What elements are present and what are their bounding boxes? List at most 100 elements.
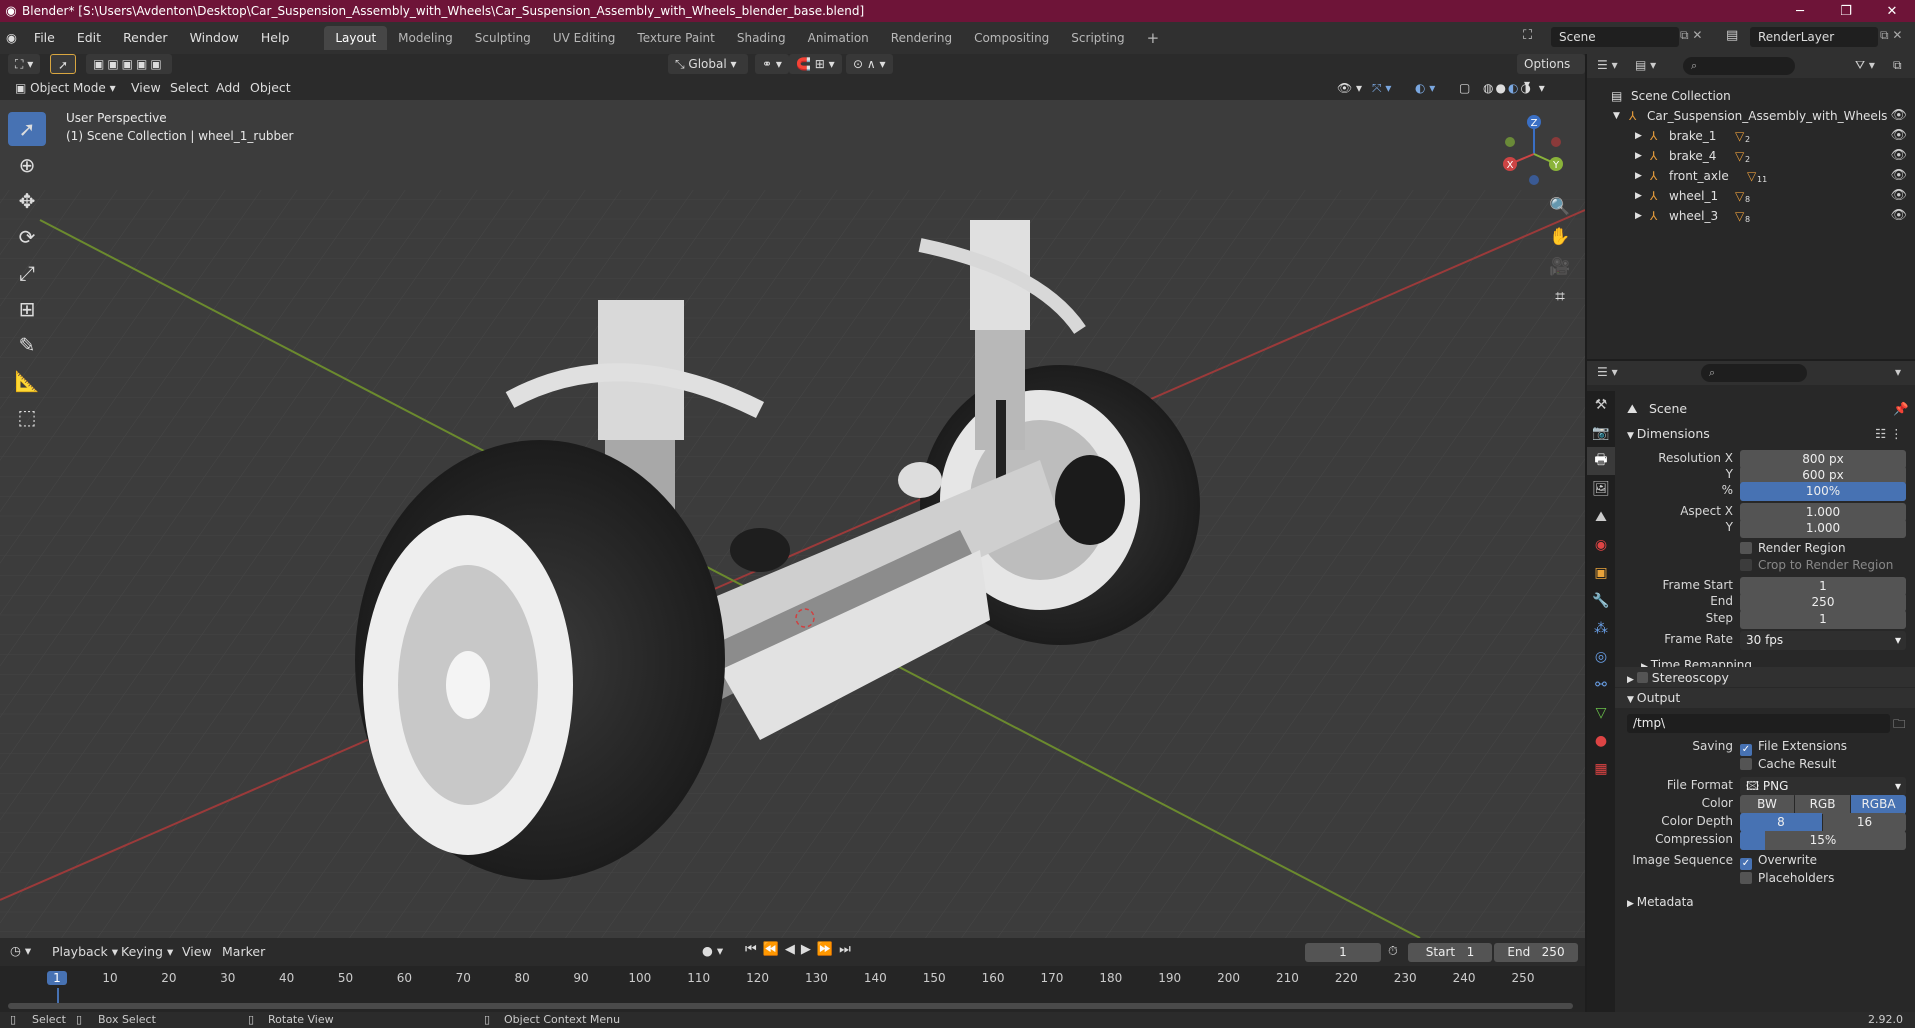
- physics-tab-icon[interactable]: ◎: [1587, 643, 1615, 671]
- snap-icon[interactable]: 🧲 ⊞ ▾: [789, 54, 842, 74]
- expand-arrow-icon[interactable]: ▶: [1635, 186, 1642, 206]
- expand-arrow-icon[interactable]: ▶: [1635, 146, 1642, 166]
- navigation-gizmo[interactable]: Z X Y: [1494, 114, 1574, 194]
- options-dropdown[interactable]: Options ▾: [1517, 54, 1585, 91]
- color-bw-button[interactable]: BW: [1740, 795, 1794, 814]
- proportional-edit-icon[interactable]: ⊙ ∧ ▾: [846, 54, 893, 74]
- annotate-icon[interactable]: ✎: [8, 328, 46, 362]
- file-extensions-checkbox[interactable]: ✓ File Extensions: [1740, 739, 1847, 756]
- expand-arrow-icon[interactable]: ▶: [1635, 166, 1642, 186]
- menu-window[interactable]: Window: [179, 25, 250, 51]
- resolution-percent-field[interactable]: 100%: [1740, 482, 1906, 501]
- keying-menu[interactable]: Keying ▾: [121, 944, 173, 959]
- stopwatch-icon[interactable]: ⏱: [1388, 943, 1398, 959]
- menu-select[interactable]: Select: [170, 80, 209, 95]
- playback-menu[interactable]: Playback ▾: [52, 944, 118, 959]
- visibility-icon[interactable]: 👁 ▾: [1330, 78, 1369, 98]
- output-panel-header[interactable]: ▼ Output: [1627, 690, 1680, 705]
- new-scene-icon[interactable]: ⧉ ✕: [1680, 28, 1702, 43]
- outliner-item[interactable]: ▶ ⅄ brake_4 ▽ 2 👁: [1587, 146, 1915, 166]
- tab-sculpting[interactable]: Sculpting: [464, 26, 542, 50]
- blender-menu-icon[interactable]: ◉: [0, 25, 23, 51]
- visibility-eye-icon[interactable]: 👁: [1890, 206, 1907, 226]
- tab-compositing[interactable]: Compositing: [963, 26, 1060, 50]
- metadata-panel-header[interactable]: ▶ Metadata: [1627, 895, 1694, 909]
- crop-region-checkbox[interactable]: Crop to Render Region: [1740, 558, 1893, 572]
- outliner-item[interactable]: ▶ ⅄ wheel_1 ▽ 8 👁: [1587, 186, 1915, 206]
- visibility-eye-icon[interactable]: 👁: [1890, 126, 1907, 146]
- tab-layout[interactable]: Layout: [324, 26, 388, 50]
- color-depth-8-button[interactable]: 8: [1740, 813, 1822, 832]
- menu-edit[interactable]: Edit: [66, 25, 112, 51]
- visibility-eye-icon[interactable]: 👁: [1890, 166, 1907, 186]
- record-icon[interactable]: ● ▾: [702, 943, 723, 958]
- visibility-eye-icon[interactable]: 👁: [1890, 186, 1907, 206]
- grid-view-icon[interactable]: ⌗: [1545, 282, 1575, 312]
- new-render-layer-icon[interactable]: ⧉ ✕: [1880, 28, 1902, 43]
- close-icon[interactable]: ✕: [1869, 4, 1915, 19]
- frame-rate-dropdown[interactable]: 30 fps ▾: [1740, 631, 1906, 650]
- pin-icon[interactable]: 📌: [1893, 401, 1909, 417]
- compression-slider[interactable]: 15%: [1740, 831, 1906, 850]
- end-frame-field[interactable]: End 250: [1494, 943, 1578, 962]
- expand-arrow-icon[interactable]: ▶: [1635, 206, 1642, 226]
- measure-icon[interactable]: 📐: [8, 364, 46, 398]
- start-frame-field[interactable]: Start 1: [1408, 943, 1492, 962]
- cursor-icon[interactable]: ⊕: [8, 148, 46, 182]
- world-tab-icon[interactable]: ◉: [1587, 531, 1615, 559]
- tab-shading[interactable]: Shading: [726, 26, 797, 50]
- color-depth-16-button[interactable]: 16: [1823, 813, 1906, 832]
- collection-row[interactable]: ▼ ⅄ Car_Suspension_Assembly_with_Wheels …: [1587, 106, 1915, 126]
- scene-collection-row[interactable]: ▤ Scene Collection: [1587, 86, 1915, 106]
- playback-controls[interactable]: ⏮⏪◀▶⏩⏭: [745, 942, 857, 957]
- transform-icon[interactable]: ⊞: [8, 292, 46, 326]
- tab-scripting[interactable]: Scripting: [1060, 26, 1135, 50]
- aspect-y-field[interactable]: 1.000: [1740, 519, 1906, 538]
- properties-search-input[interactable]: ⌕: [1701, 364, 1807, 382]
- select-tool-icon[interactable]: ➚: [50, 54, 77, 74]
- outliner-editor-icon[interactable]: ☰ ▾: [1597, 58, 1618, 72]
- timeline[interactable]: 1 10 20 30 40 50 60 70 80 90 100 110 120 130 140 150 160…: [0, 966, 1585, 1012]
- add-workspace-button[interactable]: +: [1136, 26, 1171, 50]
- gizmo-toggle-icon[interactable]: ⤧ ▾: [1365, 78, 1398, 98]
- viewport-scene[interactable]: [0, 100, 1585, 938]
- properties-editor-icon[interactable]: ☰ ▾: [1597, 365, 1618, 379]
- folder-icon[interactable]: 🗀: [1893, 715, 1906, 736]
- scale-icon[interactable]: ⤢: [8, 256, 46, 290]
- outliner-search-input[interactable]: ⌕: [1683, 57, 1795, 75]
- stereoscopy-checkbox[interactable]: [1636, 672, 1648, 683]
- object-mode-dropdown[interactable]: ▣ Object Mode ▾: [8, 78, 123, 98]
- outliner-item[interactable]: ▶ ⅄ front_axle ▽ 11 👁: [1587, 166, 1915, 186]
- filter-icon[interactable]: ⛛ ▾: [1855, 58, 1875, 73]
- shading-mode-icons[interactable]: ◍●◐◑ ▾: [1476, 78, 1554, 98]
- dimensions-panel-header[interactable]: ▼ Dimensions: [1627, 426, 1710, 441]
- current-frame-field[interactable]: 1: [1305, 943, 1381, 962]
- rotate-icon[interactable]: ⟳: [8, 220, 46, 254]
- new-collection-icon[interactable]: ⧉: [1893, 58, 1902, 73]
- tab-rendering[interactable]: Rendering: [880, 26, 963, 50]
- zoom-icon[interactable]: 🔍: [1545, 192, 1575, 222]
- chevron-down-icon[interactable]: ▾: [1895, 365, 1901, 379]
- visibility-eye-icon[interactable]: 👁: [1890, 146, 1907, 166]
- scene-icon[interactable]: ⛶: [1523, 28, 1532, 43]
- playhead[interactable]: 1: [47, 971, 67, 985]
- maximize-icon[interactable]: ❐: [1823, 4, 1869, 19]
- menu-file[interactable]: File: [23, 25, 66, 51]
- expand-arrow-icon[interactable]: ▶: [1635, 126, 1642, 146]
- presets-icon[interactable]: ☷ ⋮: [1875, 426, 1903, 441]
- overwrite-checkbox[interactable]: ✓ Overwrite: [1740, 853, 1817, 870]
- visibility-eye-icon[interactable]: 👁: [1890, 106, 1907, 126]
- frame-step-field[interactable]: 1: [1740, 610, 1906, 629]
- menu-object[interactable]: Object: [250, 80, 291, 95]
- file-format-dropdown[interactable]: 🖾 PNG ▾: [1740, 777, 1906, 796]
- move-icon[interactable]: ✥: [8, 184, 46, 218]
- color-rgba-button[interactable]: RGBA: [1851, 795, 1906, 814]
- wheel-1[interactable]: [355, 440, 725, 880]
- render-region-checkbox[interactable]: Render Region: [1740, 541, 1846, 555]
- stereoscopy-panel-header[interactable]: ▶ Stereoscopy: [1627, 670, 1729, 685]
- menu-view[interactable]: View: [131, 80, 161, 95]
- selection-mode-icons[interactable]: ▣▣▣▣▣: [86, 54, 172, 74]
- outliner-item[interactable]: ▶ ⅄ wheel_3 ▽ 8 👁: [1587, 206, 1915, 226]
- color-rgb-button[interactable]: RGB: [1795, 795, 1850, 814]
- outliner-item[interactable]: ▶ ⅄ brake_1 ▽ 2 👁: [1587, 126, 1915, 146]
